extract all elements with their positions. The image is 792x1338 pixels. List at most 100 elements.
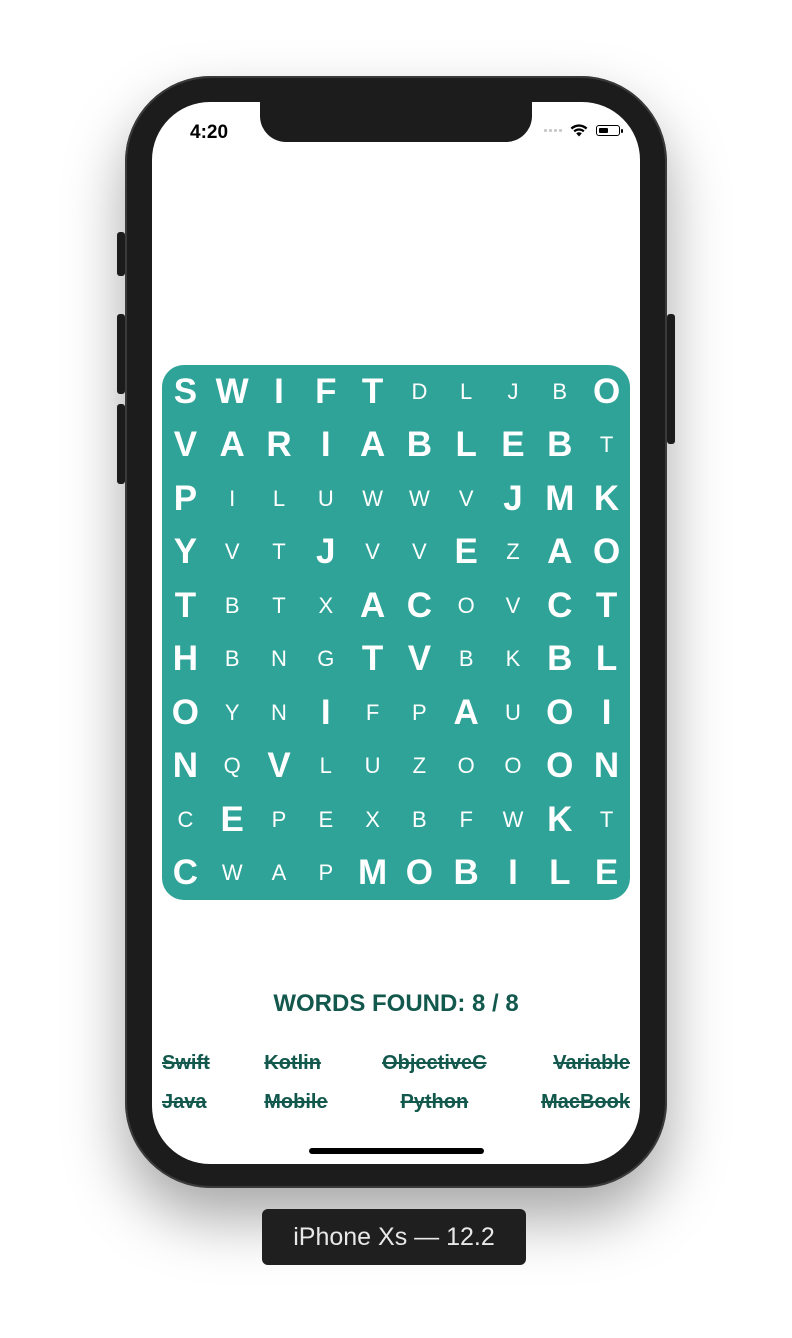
grid-cell[interactable]: I [209, 472, 256, 526]
grid-cell[interactable]: O [490, 740, 537, 794]
grid-cell[interactable]: H [162, 633, 209, 687]
grid-cell[interactable]: C [396, 579, 443, 633]
grid-cell[interactable]: B [396, 793, 443, 847]
grid-cell[interactable]: L [536, 847, 583, 901]
grid-cell[interactable]: E [490, 419, 537, 473]
grid-cell[interactable]: B [536, 633, 583, 687]
grid-cell[interactable]: N [256, 633, 303, 687]
grid-cell[interactable]: C [536, 579, 583, 633]
grid-cell[interactable]: K [536, 793, 583, 847]
grid-cell[interactable]: B [396, 419, 443, 473]
grid-cell[interactable]: E [209, 793, 256, 847]
grid-cell[interactable]: I [583, 686, 630, 740]
grid-cell[interactable]: B [209, 633, 256, 687]
grid-cell[interactable]: B [209, 579, 256, 633]
grid-cell[interactable]: V [209, 526, 256, 580]
grid-cell[interactable]: V [349, 526, 396, 580]
grid-cell[interactable]: O [583, 526, 630, 580]
grid-cell[interactable]: T [583, 579, 630, 633]
grid-cell[interactable]: O [583, 365, 630, 419]
grid-cell[interactable]: B [443, 847, 490, 901]
grid-cell[interactable]: V [443, 472, 490, 526]
grid-cell[interactable]: O [162, 686, 209, 740]
grid-cell[interactable]: Z [396, 740, 443, 794]
grid-cell[interactable]: Y [209, 686, 256, 740]
grid-cell[interactable]: G [302, 633, 349, 687]
grid-cell[interactable]: T [256, 526, 303, 580]
grid-cell[interactable]: T [256, 579, 303, 633]
grid-cell[interactable]: V [256, 740, 303, 794]
grid-cell[interactable]: T [162, 579, 209, 633]
grid-cell[interactable]: P [396, 686, 443, 740]
grid-cell[interactable]: E [583, 847, 630, 901]
grid-cell[interactable]: X [349, 793, 396, 847]
grid-cell[interactable]: W [209, 847, 256, 901]
grid-cell[interactable]: Y [162, 526, 209, 580]
grid-cell[interactable]: B [536, 419, 583, 473]
grid-cell[interactable]: P [256, 793, 303, 847]
grid-cell[interactable]: Z [490, 526, 537, 580]
grid-cell[interactable]: V [396, 526, 443, 580]
grid-cell[interactable]: J [490, 365, 537, 419]
grid-cell[interactable]: O [536, 740, 583, 794]
grid-cell[interactable]: T [349, 365, 396, 419]
grid-cell[interactable]: A [536, 526, 583, 580]
grid-cell[interactable]: O [536, 686, 583, 740]
grid-cell[interactable]: L [302, 740, 349, 794]
grid-cell[interactable]: O [443, 579, 490, 633]
grid-cell[interactable]: W [349, 472, 396, 526]
grid-cell[interactable]: C [162, 847, 209, 901]
grid-cell[interactable]: L [583, 633, 630, 687]
grid-cell[interactable]: P [162, 472, 209, 526]
grid-cell[interactable]: T [583, 793, 630, 847]
grid-cell[interactable]: K [490, 633, 537, 687]
grid-cell[interactable]: U [490, 686, 537, 740]
grid-cell[interactable]: N [162, 740, 209, 794]
grid-cell[interactable]: Q [209, 740, 256, 794]
grid-cell[interactable]: A [349, 579, 396, 633]
grid-cell[interactable]: I [256, 365, 303, 419]
grid-cell[interactable]: D [396, 365, 443, 419]
grid-cell[interactable]: E [302, 793, 349, 847]
grid-cell[interactable]: U [302, 472, 349, 526]
grid-cell[interactable]: V [162, 419, 209, 473]
grid-cell[interactable]: L [443, 419, 490, 473]
grid-cell[interactable]: I [490, 847, 537, 901]
grid-cell[interactable]: A [209, 419, 256, 473]
grid-cell[interactable]: O [396, 847, 443, 901]
grid-cell[interactable]: T [349, 633, 396, 687]
grid-cell[interactable]: B [443, 633, 490, 687]
grid-cell[interactable]: M [349, 847, 396, 901]
grid-cell[interactable]: J [490, 472, 537, 526]
grid-cell[interactable]: E [443, 526, 490, 580]
grid-cell[interactable]: J [302, 526, 349, 580]
grid-cell[interactable]: N [256, 686, 303, 740]
grid-cell[interactable]: S [162, 365, 209, 419]
grid-cell[interactable]: C [162, 793, 209, 847]
grid-cell[interactable]: O [443, 740, 490, 794]
home-indicator[interactable] [309, 1148, 484, 1154]
grid-cell[interactable]: F [443, 793, 490, 847]
grid-cell[interactable]: L [256, 472, 303, 526]
grid-cell[interactable]: A [256, 847, 303, 901]
grid-cell[interactable]: W [490, 793, 537, 847]
grid-cell[interactable]: F [302, 365, 349, 419]
grid-cell[interactable]: W [396, 472, 443, 526]
grid-cell[interactable]: T [583, 419, 630, 473]
grid-cell[interactable]: I [302, 419, 349, 473]
grid-cell[interactable]: U [349, 740, 396, 794]
grid-cell[interactable]: P [302, 847, 349, 901]
grid-cell[interactable]: A [443, 686, 490, 740]
grid-cell[interactable]: N [583, 740, 630, 794]
grid-cell[interactable]: R [256, 419, 303, 473]
grid-cell[interactable]: K [583, 472, 630, 526]
grid-cell[interactable]: V [396, 633, 443, 687]
grid-cell[interactable]: V [490, 579, 537, 633]
grid-cell[interactable]: B [536, 365, 583, 419]
grid-cell[interactable]: A [349, 419, 396, 473]
grid-cell[interactable]: X [302, 579, 349, 633]
grid-cell[interactable]: L [443, 365, 490, 419]
grid-cell[interactable]: F [349, 686, 396, 740]
word-search-grid[interactable]: SWIFTDLJBOVARIABLEBTPILUWWVJMKYVTJVVEZAO… [162, 365, 630, 900]
grid-cell[interactable]: I [302, 686, 349, 740]
